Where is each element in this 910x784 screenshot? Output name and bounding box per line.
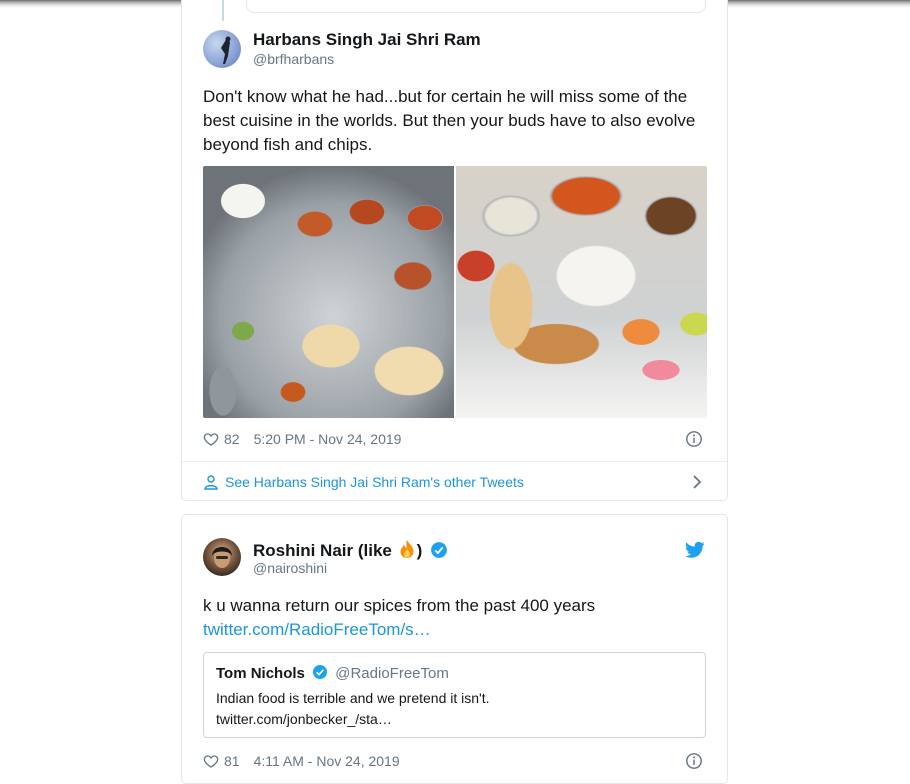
twitter-bird-icon[interactable]	[685, 541, 705, 559]
verified-badge-icon	[313, 665, 328, 679]
author-handle[interactable]: @nairoshini	[253, 560, 327, 576]
tweet-meta: 82 5:20 PM - Nov 24, 2019	[203, 429, 401, 449]
tweet-media[interactable]	[203, 166, 707, 418]
tweet-card-harbans: Harbans Singh Jai Shri Ram @brfharbans D…	[181, 0, 728, 501]
thali-platter-photo[interactable]	[203, 166, 454, 418]
avatar[interactable]	[203, 538, 241, 576]
tweet-meta: 81 4:11 AM - Nov 24, 2019	[203, 751, 400, 771]
quoted-author-handle: @RadioFreeTom	[335, 665, 449, 682]
heart-icon[interactable]	[203, 431, 219, 447]
verified-badge-icon	[431, 542, 447, 558]
quoted-text-line: Indian food is terrible and we pretend i…	[216, 690, 490, 706]
thread-line	[222, 0, 224, 21]
see-other-tweets-label[interactable]: See Harbans Singh Jai Shri Ram's other T…	[225, 474, 524, 490]
like-count[interactable]: 82	[224, 431, 240, 447]
tweet-text: Don't know what he had...but for certain…	[203, 87, 696, 154]
quoted-tweet-header: Tom Nichols @RadioFreeTom	[216, 664, 449, 682]
avatar[interactable]	[203, 30, 241, 68]
like-count[interactable]: 81	[224, 753, 240, 769]
quoted-tweet-text: Indian food is terrible and we pretend i…	[216, 688, 696, 730]
tweet-text-content: k u wanna return our spices from the pas…	[203, 596, 596, 615]
info-icon[interactable]	[685, 752, 703, 770]
avatar-figure-icon	[221, 36, 231, 64]
quoted-tweet[interactable]: Tom Nichols @RadioFreeTom Indian food is…	[203, 652, 706, 738]
author-name-end: )	[416, 541, 423, 560]
indian-meal-photo[interactable]	[456, 166, 707, 418]
divider	[182, 461, 727, 462]
tweet-card-roshini: Roshini Nair (like ) @nairoshini k u wan…	[181, 514, 728, 784]
author-name-text: Roshini Nair (like	[253, 541, 397, 560]
see-other-tweets-link[interactable]: See Harbans Singh Jai Shri Ram's other T…	[203, 472, 524, 492]
author-name[interactable]: Roshini Nair (like )	[253, 539, 448, 561]
previous-quote-edge	[246, 0, 706, 13]
avatar-portrait-icon	[212, 547, 232, 568]
fire-emoji-icon	[400, 540, 414, 558]
timestamp[interactable]: 4:11 AM - Nov 24, 2019	[254, 753, 400, 769]
author-handle[interactable]: @brfharbans	[253, 51, 334, 67]
quoted-text-link: twitter.com/jonbecker_/sta…	[216, 711, 392, 727]
author-name[interactable]: Harbans Singh Jai Shri Ram	[253, 30, 481, 50]
tweet-link[interactable]: twitter.com/RadioFreeTom/s…	[203, 620, 431, 639]
chevron-right-icon[interactable]	[690, 474, 704, 490]
timestamp[interactable]: 5:20 PM - Nov 24, 2019	[254, 431, 402, 447]
info-icon[interactable]	[685, 430, 703, 448]
tweet-text: k u wanna return our spices from the pas…	[203, 594, 713, 642]
person-icon	[204, 475, 218, 490]
heart-icon[interactable]	[203, 753, 219, 769]
quoted-author-name: Tom Nichols	[216, 665, 305, 682]
